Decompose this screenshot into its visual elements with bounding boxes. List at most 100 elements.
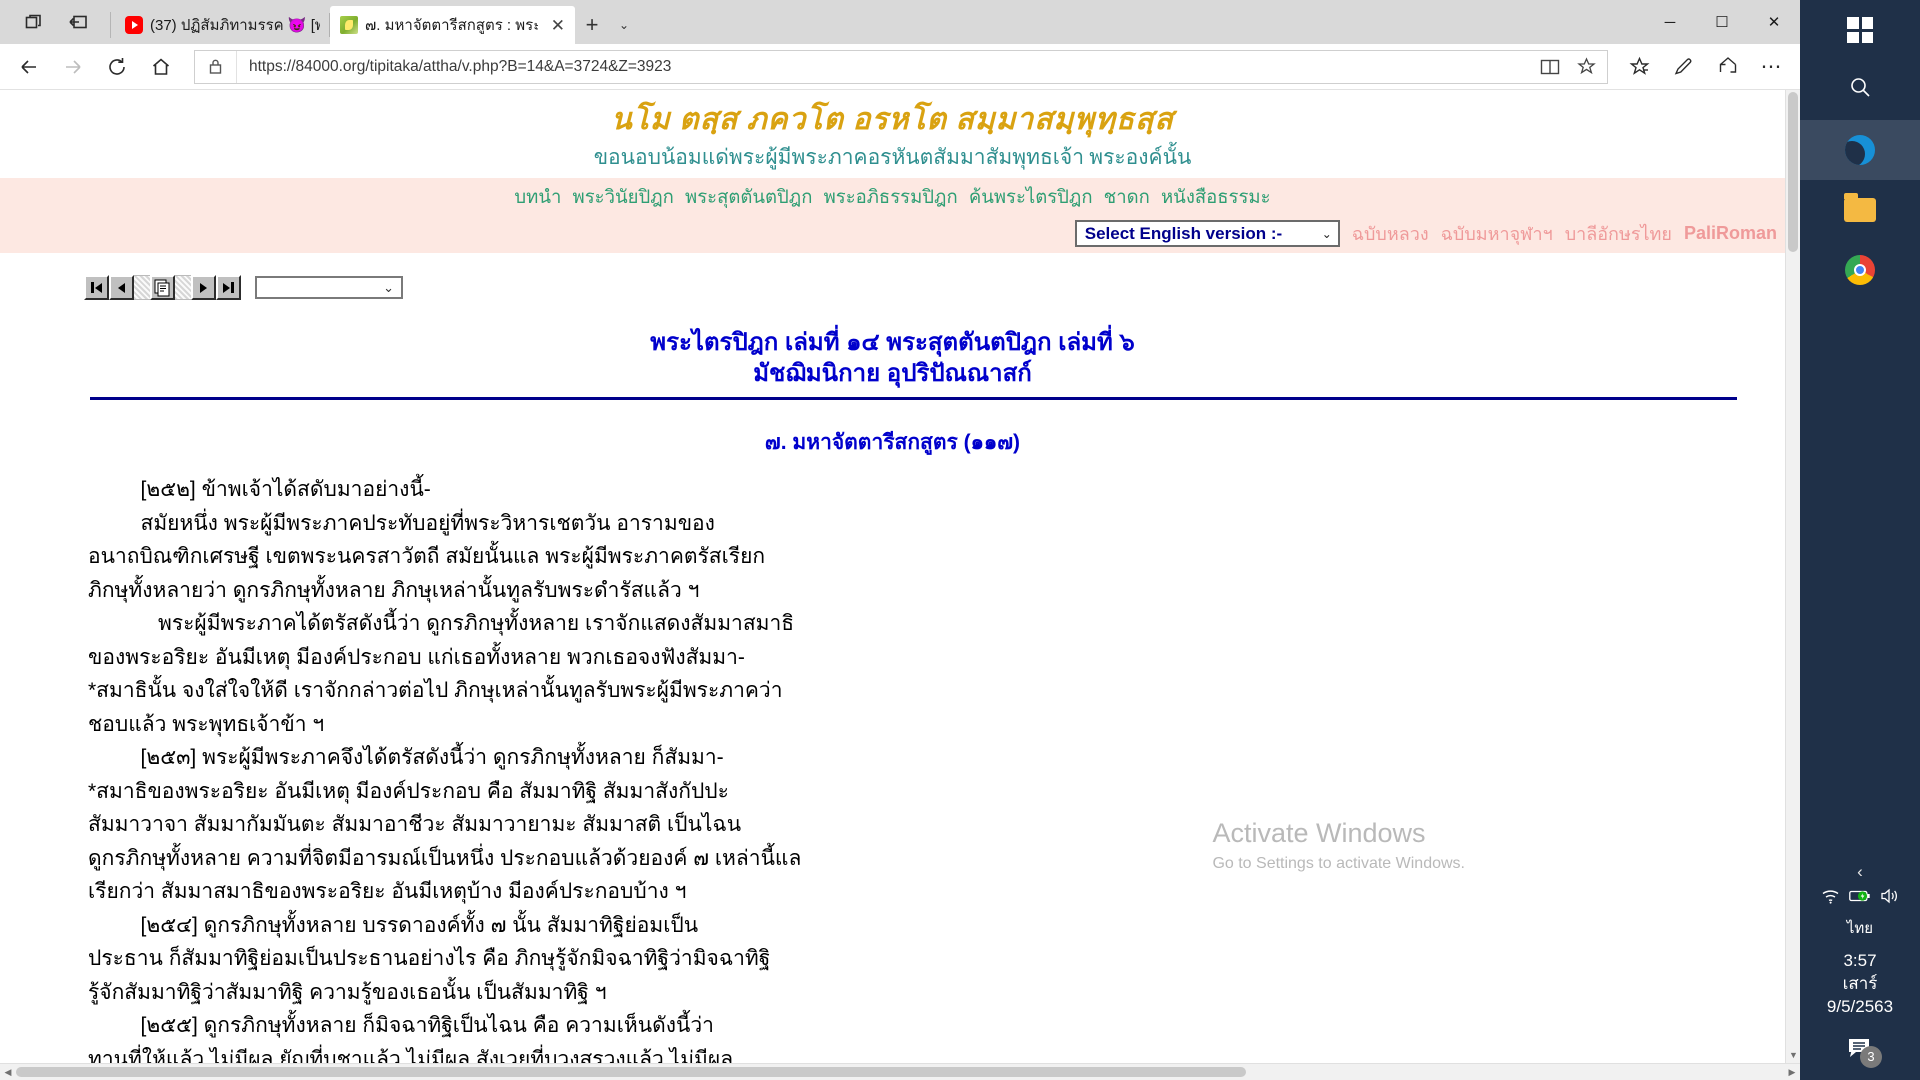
banner-pali-line: นโม ตสฺส ภควโต อรหโต สมฺมาสมฺพุทฺธสฺส	[611, 103, 1174, 136]
back-icon[interactable]	[8, 48, 50, 86]
tab-title: (37) ปฏิสัมภิทามรรค 😈 [พระธ	[150, 17, 320, 34]
wifi-icon[interactable]	[1821, 888, 1840, 904]
language-indicator[interactable]: ไทย	[1800, 910, 1920, 950]
tab-title: ๗. มหาจัตตารีสกสูตร : พระ	[365, 17, 538, 34]
share-icon[interactable]	[1706, 48, 1748, 86]
horizontal-scroll-thumb[interactable]	[16, 1067, 1246, 1077]
url-text[interactable]: https://84000.org/tipitaka/attha/v.php?B…	[237, 58, 1533, 76]
set-tabs-aside-icon[interactable]	[58, 3, 98, 41]
speaker-icon[interactable]	[1880, 888, 1900, 904]
version-link-luang[interactable]: ฉบับหลวง	[1352, 219, 1429, 248]
first-page-button[interactable]	[84, 275, 109, 300]
version-link-mahachula[interactable]: ฉบับมหาจุฬาฯ	[1441, 219, 1553, 248]
close-window-button[interactable]: ✕	[1748, 0, 1800, 44]
book-title-line-2: มัชฌิมนิกาย อุปริปัณณาสก์	[753, 359, 1032, 387]
last-page-button[interactable]	[216, 275, 241, 300]
address-bar-actions	[1533, 52, 1607, 82]
clock-time: 3:57	[1843, 951, 1877, 971]
site-favicon	[340, 16, 358, 34]
window-controls: ─ ☐ ✕	[1644, 0, 1800, 44]
lock-icon	[195, 50, 237, 83]
clock-date: 9/5/2563	[1826, 997, 1894, 1017]
notification-count-badge: 3	[1860, 1045, 1882, 1068]
folder-icon	[1844, 193, 1876, 222]
tab-preview-icon[interactable]	[14, 3, 54, 41]
address-bar-row: https://84000.org/tipitaka/attha/v.php?B…	[0, 44, 1800, 90]
nav-link-sutta[interactable]: พระสุตตันตปิฎก	[685, 186, 812, 207]
version-link-pali-thai[interactable]: บาลีอักษรไทย	[1565, 219, 1672, 248]
page-banner: นโม ตสฺส ภควโต อรหโต สมฺมาสมฺพุทฺธสฺส ขอ…	[0, 90, 1785, 174]
forward-icon[interactable]	[52, 48, 94, 86]
tab-strip-left-controls	[10, 0, 106, 44]
scroll-down-icon[interactable]: ▼	[1786, 1047, 1800, 1063]
tray-status-icons	[1800, 886, 1920, 910]
clock-day: เสาร์	[1842, 974, 1878, 994]
youtube-favicon	[125, 16, 143, 34]
tab-menu-chevron-down-icon[interactable]: ⌄	[609, 6, 639, 44]
minimize-button[interactable]: ─	[1644, 0, 1696, 44]
book-title-line-1: พระไตรปิฎก เล่มที่ ๑๔ พระสุตตันตปิฎก เล่…	[650, 329, 1135, 356]
scroll-right-icon[interactable]: ▶	[1784, 1064, 1800, 1080]
next-page-button[interactable]	[191, 275, 216, 300]
chapter-select[interactable]: ⌄	[255, 276, 403, 299]
toolbar-texture-spacer	[134, 275, 150, 300]
web-page: นโม ตสฺส ภควโต อรหโต สมฺมาสมฺพุทฺธสฺส ขอ…	[0, 90, 1785, 1063]
sutta-title: ๗. มหาจัตตารีสกสูตร (๑๑๗)	[764, 431, 1021, 455]
show-hidden-icons-chevron-icon[interactable]: ‹	[1800, 856, 1920, 886]
address-bar[interactable]: https://84000.org/tipitaka/attha/v.php?B…	[194, 49, 1608, 84]
horizontal-scrollbar[interactable]: ◀ ▶	[0, 1063, 1800, 1080]
more-options-icon[interactable]: ⋯	[1750, 48, 1792, 86]
edge-button[interactable]	[1800, 120, 1920, 180]
book-title: พระไตรปิฎก เล่มที่ ๑๔ พระสุตตันตปิฎก เล่…	[0, 328, 1785, 389]
nav-link-abhidhamma[interactable]: พระอภิธรรมปิฎก	[824, 186, 958, 207]
site-nav-menu: บทนำ พระวินัยปิฎก พระสุตตันตปิฎก พระอภิธ…	[0, 178, 1785, 218]
chevron-down-icon: ⌄	[383, 279, 394, 295]
browser-tab-1[interactable]: (37) ปฏิสัมภิทามรรค 😈 [พระธ	[115, 6, 330, 44]
nav-link-vinaya[interactable]: พระวินัยปิฎก	[573, 186, 674, 207]
edge-icon	[1845, 135, 1875, 165]
banner-thai-line: ขอนอบน้อมแด่พระผู้มีพระภาคอรหันตสัมมาสัม…	[593, 145, 1192, 169]
scroll-left-icon[interactable]: ◀	[0, 1064, 16, 1080]
action-center-button[interactable]: 3	[1800, 1023, 1920, 1080]
file-explorer-button[interactable]	[1800, 180, 1920, 240]
tab-divider	[110, 12, 111, 38]
english-version-select[interactable]: Select English version :- ⌄	[1074, 220, 1340, 247]
tab-strip: (37) ปฏิสัมภิทามรรค 😈 [พระธ ๗. มหาจัตตาร…	[0, 0, 1800, 44]
nav-link-dhamma-books[interactable]: หนังสือธรรมะ	[1161, 186, 1271, 207]
version-bar: Select English version :- ⌄ ฉบับหลวง ฉบั…	[0, 218, 1785, 253]
reading-view-icon[interactable]	[1533, 52, 1567, 82]
new-tab-button[interactable]: +	[575, 6, 609, 44]
browser-tab-2[interactable]: ๗. มหาจัตตารีสกสูตร : พระ ✕	[330, 6, 575, 44]
nav-link-jataka[interactable]: ชาดก	[1104, 186, 1150, 207]
chrome-button[interactable]	[1800, 240, 1920, 300]
nav-link-intro[interactable]: บทนำ	[514, 186, 561, 207]
sutta-body-text: [๒๕๒] ข้าพเจ้าได้สดับมาอย่างนี้- สมัยหนึ…	[88, 478, 802, 1063]
page-nav-buttons	[84, 275, 241, 300]
previous-page-button[interactable]	[109, 275, 134, 300]
browser-toolbar-actions: ⋯	[1618, 48, 1792, 86]
web-notes-pen-icon[interactable]	[1662, 48, 1704, 86]
start-button[interactable]	[1800, 0, 1920, 60]
system-tray: ‹ ไทย 3:57 เสาร์ 9/5/2563 3	[1800, 856, 1920, 1080]
version-link-pali-roman[interactable]: PaliRoman	[1684, 223, 1777, 244]
title-divider	[90, 397, 1737, 401]
favorites-hub-icon[interactable]	[1618, 48, 1660, 86]
document-button[interactable]	[150, 275, 175, 300]
vertical-scrollbar[interactable]: ▲ ▼	[1785, 90, 1800, 1063]
search-icon	[1849, 76, 1871, 104]
home-icon[interactable]	[140, 48, 182, 86]
clock[interactable]: 3:57 เสาร์ 9/5/2563	[1800, 950, 1920, 1023]
toolbar-texture-spacer	[175, 275, 191, 300]
refresh-icon[interactable]	[96, 48, 138, 86]
search-button[interactable]	[1800, 60, 1920, 120]
close-tab-icon[interactable]: ✕	[551, 17, 565, 34]
maximize-button[interactable]: ☐	[1696, 0, 1748, 44]
chevron-down-icon: ⌄	[1321, 226, 1332, 241]
english-version-select-label: Select English version :-	[1084, 223, 1283, 243]
windows-taskbar: ‹ ไทย 3:57 เสาร์ 9/5/2563 3	[1800, 0, 1920, 1080]
windows-logo-icon	[1847, 17, 1873, 43]
nav-link-search-tipitaka[interactable]: ค้นพระไตรปิฎก	[969, 186, 1093, 207]
battery-charging-icon[interactable]	[1848, 889, 1871, 903]
vertical-scroll-thumb[interactable]	[1788, 92, 1798, 252]
favorite-star-icon[interactable]	[1569, 52, 1603, 82]
